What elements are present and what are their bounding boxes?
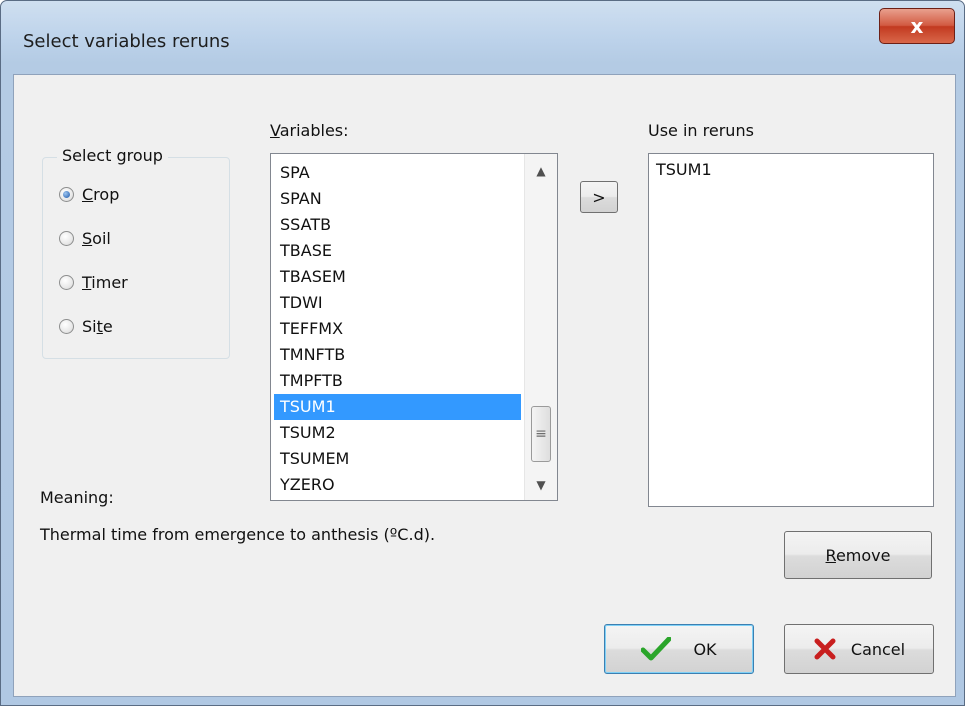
ok-button-label: OK: [693, 639, 717, 659]
scrollbar-thumb[interactable]: ≡: [531, 406, 551, 462]
radio-label: Site: [82, 316, 113, 336]
variable-list-item[interactable]: TSUM2: [274, 420, 521, 446]
reruns-listbox[interactable]: TSUM1: [648, 153, 934, 507]
variable-list-item[interactable]: TEFFMX: [274, 316, 521, 342]
variable-list-item[interactable]: YZERO: [274, 472, 521, 498]
variables-listbox[interactable]: SPA SPAN SSATB TBASE TBASEM TDWI TEFFMX TMNFTB T…: [270, 153, 558, 501]
variable-list-item[interactable]: TSUM1: [274, 394, 521, 420]
variable-list-item[interactable]: TBASE: [274, 238, 521, 264]
cancel-button-label: Cancel: [850, 639, 906, 659]
meaning-label: Meaning:: [40, 488, 114, 507]
variable-list-item[interactable]: TSUMEM: [274, 446, 521, 472]
use-in-reruns-label: Use in reruns: [648, 121, 754, 140]
rerun-list-item[interactable]: TSUM1: [656, 158, 712, 182]
variable-list-item[interactable]: TMNFTB: [274, 342, 521, 368]
radio-crop[interactable]: Crop: [59, 182, 119, 206]
dialog-window: Select variables reruns x Select group C…: [0, 0, 965, 706]
select-group-legend: Select group: [57, 146, 168, 165]
scroll-grip-icon: ≡: [535, 426, 547, 442]
radio-indicator-icon: [59, 274, 74, 290]
close-icon: x: [910, 14, 924, 38]
ok-button[interactable]: OK: [604, 624, 754, 674]
radio-label: Timer: [82, 272, 128, 292]
checkmark-icon: [641, 637, 672, 661]
variable-list-item[interactable]: SSATB: [274, 212, 521, 238]
scroll-down-icon[interactable]: ▼: [525, 470, 557, 500]
variables-label: Variables:: [270, 121, 349, 140]
remove-button-label: Remove: [825, 545, 891, 565]
meaning-text: Thermal time from emergence to anthesis …: [40, 525, 436, 544]
radio-site[interactable]: Site: [59, 314, 113, 338]
remove-button[interactable]: Remove: [784, 531, 932, 579]
radio-label: Crop: [82, 184, 120, 204]
window-title: Select variables reruns: [23, 31, 230, 52]
radio-label: Soil: [82, 228, 111, 248]
variable-list-item[interactable]: SPAN: [274, 186, 521, 212]
add-to-reruns-button[interactable]: >: [580, 181, 618, 213]
add-button-label: >: [592, 187, 606, 207]
variable-list-item[interactable]: SPA: [274, 160, 521, 186]
cancel-button[interactable]: Cancel: [784, 624, 934, 674]
select-group-box: Select group Crop Soil Timer Site: [42, 146, 230, 359]
close-button[interactable]: x: [879, 8, 955, 44]
title-bar[interactable]: Select variables reruns x: [1, 1, 964, 73]
variable-list-item[interactable]: TMPFTB: [274, 368, 521, 394]
scroll-up-icon[interactable]: ▲: [525, 156, 557, 186]
variables-scrollbar[interactable]: ▲ ≡ ▼: [524, 154, 557, 500]
radio-indicator-icon: [59, 318, 74, 334]
radio-timer[interactable]: Timer: [59, 270, 128, 294]
dialog-client-area: Select group Crop Soil Timer Site Variables…: [13, 74, 956, 697]
variable-list-item[interactable]: TBASEM: [274, 264, 521, 290]
radio-indicator-icon: [59, 230, 74, 246]
radio-indicator-icon: [59, 186, 74, 202]
variable-list-item[interactable]: TDWI: [274, 290, 521, 316]
radio-soil[interactable]: Soil: [59, 226, 111, 250]
cross-icon: [814, 638, 836, 660]
